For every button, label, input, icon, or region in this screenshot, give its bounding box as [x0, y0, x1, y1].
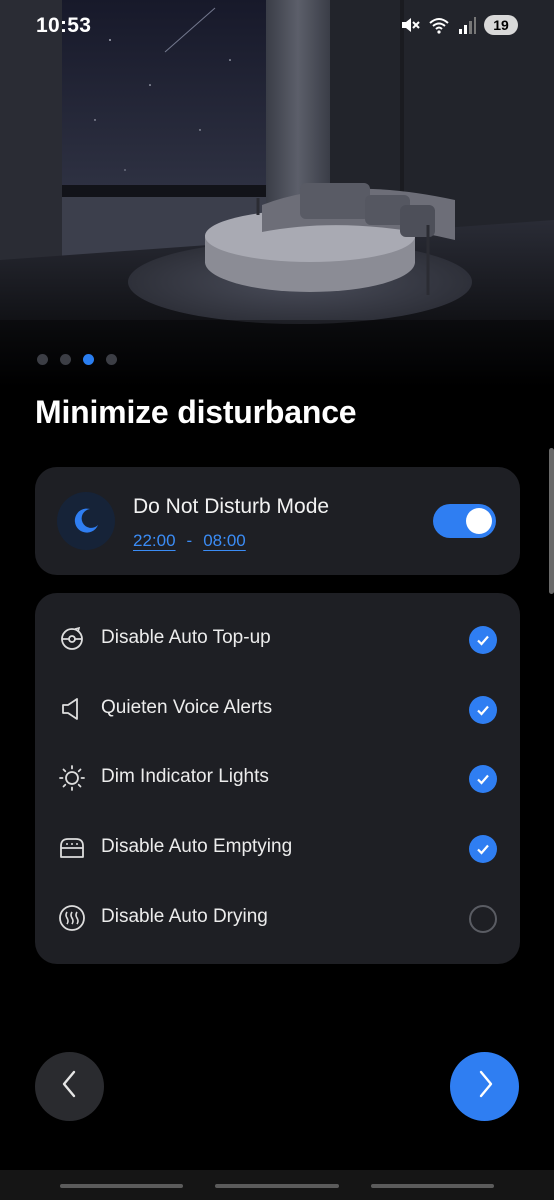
previous-button[interactable] — [35, 1052, 104, 1121]
dnd-time-separator: - — [186, 531, 193, 550]
next-button[interactable] — [450, 1052, 519, 1121]
page-title: Minimize disturbance — [35, 394, 357, 430]
pager-dot[interactable] — [37, 354, 48, 365]
option-label: Quieten Voice Alerts — [101, 697, 273, 718]
dustbin-icon — [58, 834, 86, 862]
dnd-end-time[interactable]: 08:00 — [203, 531, 246, 551]
scroll-indicator[interactable] — [549, 448, 554, 594]
bedroom-illustration — [0, 0, 554, 390]
drying-icon — [58, 904, 86, 932]
option-disable-auto-drying[interactable]: Disable Auto Drying — [35, 884, 520, 954]
battery-indicator: 19 — [484, 15, 518, 35]
option-checkbox-checked[interactable] — [469, 696, 497, 724]
option-dim-indicator-lights[interactable]: Dim Indicator Lights — [35, 744, 520, 814]
signal-icon — [458, 15, 476, 35]
status-time: 10:53 — [36, 14, 92, 37]
status-icons: 19 — [400, 15, 518, 35]
home-nav-handle[interactable] — [215, 1184, 339, 1188]
dnd-label: Do Not Disturb Mode — [133, 495, 330, 518]
chevron-left-icon — [59, 1069, 81, 1104]
option-label: Disable Auto Top-up — [101, 627, 271, 648]
dnd-start-time[interactable]: 22:00 — [133, 531, 176, 551]
option-checkbox-unchecked[interactable] — [469, 905, 497, 933]
pager-dot[interactable] — [60, 354, 71, 365]
carousel-pager — [37, 354, 117, 365]
option-label: Disable Auto Emptying — [101, 836, 293, 857]
moon-icon — [57, 492, 115, 550]
pager-dot-active[interactable] — [83, 354, 94, 365]
option-checkbox-checked[interactable] — [469, 835, 497, 863]
toggle-knob — [466, 508, 492, 534]
chevron-right-icon — [474, 1069, 496, 1104]
mute-icon — [400, 15, 420, 35]
sun-icon — [58, 764, 86, 792]
hero-image — [0, 0, 554, 390]
option-checkbox-checked[interactable] — [469, 765, 497, 793]
dnd-toggle[interactable] — [433, 504, 496, 538]
options-list: Disable Auto Top-up Quieten Voice Alerts — [35, 593, 520, 964]
wifi-icon — [428, 15, 450, 35]
status-bar: 10:53 19 — [0, 0, 554, 56]
option-label: Disable Auto Drying — [101, 906, 268, 927]
option-label: Dim Indicator Lights — [101, 766, 269, 787]
dnd-card: Do Not Disturb Mode 22:00 - 08:00 — [35, 467, 520, 575]
option-quieten-voice-alerts[interactable]: Quieten Voice Alerts — [35, 675, 520, 745]
option-checkbox-checked[interactable] — [469, 626, 497, 654]
back-nav-handle[interactable] — [371, 1184, 494, 1188]
pager-dot[interactable] — [106, 354, 117, 365]
top-up-icon — [58, 625, 86, 653]
option-disable-auto-emptying[interactable]: Disable Auto Emptying — [35, 814, 520, 884]
system-navigation-bar — [0, 1170, 554, 1200]
dnd-schedule: 22:00 - 08:00 — [133, 531, 246, 551]
option-disable-auto-top-up[interactable]: Disable Auto Top-up — [35, 605, 520, 675]
speaker-icon — [58, 695, 86, 723]
recents-nav-handle[interactable] — [60, 1184, 183, 1188]
